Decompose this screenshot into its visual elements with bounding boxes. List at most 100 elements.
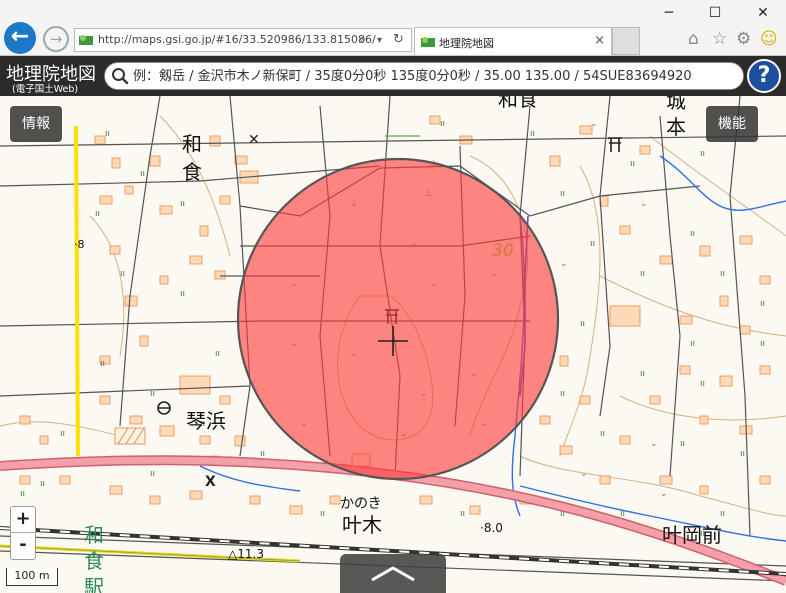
svg-text:⌄: ⌄ [650,439,658,449]
map-label-station-3: 駅 [84,575,104,593]
svg-text:ıı: ıı [640,269,645,279]
svg-text:ıı: ıı [700,149,705,159]
svg-text:ıı: ıı [630,159,635,169]
svg-text:ıı: ıı [180,199,185,209]
svg-text:ıı: ıı [180,289,185,299]
close-window-button[interactable]: ✕ [752,4,774,22]
svg-text:ıı: ıı [700,379,705,389]
map-label-jo: 城 [666,96,686,113]
svg-text:ıı: ıı [150,389,155,399]
svg-text:ıı: ıı [120,269,125,279]
map-label-kanooka: 叶岡前 [662,523,722,547]
map-label-wajiki-left-2: 食 [182,160,202,184]
maximize-button[interactable]: ☐ [704,4,726,22]
back-button[interactable]: ← [4,22,36,54]
svg-text:ıı: ıı [560,389,565,399]
smiley-feedback-icon[interactable]: ☺ [760,29,778,49]
address-bar[interactable]: http://maps.gsi.go.jp/#16/33.520986/133.… [74,28,412,52]
map-label-contour-30: 30 [492,241,514,261]
svg-text:⌄: ⌄ [590,119,598,129]
map-label-station-2: 食 [84,549,104,573]
map-label-kanoki-kana: かのき [340,496,382,512]
svg-text:ıı: ıı [740,449,745,459]
chevron-up-icon [371,566,415,582]
svg-text:ıı: ıı [140,169,145,179]
tab-active[interactable]: 地理院地図 × [414,27,612,55]
zoom-in-button[interactable]: + [11,507,35,533]
map-label-elevation-8-0: ·8.0 [480,521,503,535]
map-label-kanoki: 叶木 [342,513,382,537]
svg-text:⌄: ⌄ [580,469,588,479]
svg-text:⌄: ⌄ [640,199,648,209]
map-label-wajiki-left-1: 和 [182,132,202,156]
site-favicon-icon [79,35,93,45]
svg-text:⌄: ⌄ [660,489,668,499]
map-label-station-1: 和 [84,523,104,547]
browser-chrome: ─ ☐ ✕ ← → http://maps.gsi.go.jp/#16/33.5… [0,0,786,56]
map-label-elevation-11: △11.3 [228,547,264,561]
zoom-control: + - [10,506,36,560]
refresh-icon[interactable]: ↻ [393,32,404,47]
svg-text:ıı: ıı [760,299,765,309]
svg-text:ıı: ıı [150,469,155,479]
svg-text:ıı: ıı [260,449,265,459]
map-label-kotohama: 琴浜 [186,409,226,433]
search-box[interactable] [104,62,744,90]
scale-bar: 100 m [6,568,58,586]
svg-text:ıı: ıı [690,339,695,349]
bottom-panel-toggle[interactable] [340,554,446,593]
zoom-out-button[interactable]: - [11,533,35,559]
svg-text:ıı: ıı [600,429,605,439]
svg-text:ıı: ıı [460,509,465,519]
search-input[interactable] [133,66,739,86]
tab-favicon-icon [421,37,435,47]
svg-text:ıı: ıı [690,229,695,239]
settings-gear-icon[interactable]: ⚙ [736,29,751,49]
svg-text:ıı: ıı [95,209,100,219]
svg-text:ıı: ıı [100,359,105,369]
tab-title: 地理院地図 [439,37,494,50]
svg-text:ıı: ıı [20,489,25,499]
svg-text:ıı: ıı [105,129,110,139]
svg-text:ıı: ıı [760,339,765,349]
map-view[interactable]: ıı ıı ıı ıı ıı ıı ıı ıı ıı ıı ıı ıı ıı ıı ıı ıı ıı ı… [0,96,786,593]
yellow-road [74,125,80,457]
svg-text:ıı: ıı [60,429,65,439]
forward-arrow-icon: → [49,30,63,48]
svg-text:ıı: ıı [590,239,595,249]
search-icon[interactable] [111,67,129,85]
highlight-circle[interactable] [236,157,560,481]
map-label-elevation-8: ·8 [74,238,85,251]
svg-text:ıı: ıı [215,349,220,359]
svg-text:ıı: ıı [720,509,725,519]
svg-text:ıı: ıı [680,439,685,449]
svg-text:ıı: ıı [560,189,565,199]
favorites-star-icon[interactable]: ☆ [712,29,727,49]
map-label-moto: 本 [666,115,686,139]
help-button[interactable]: ? [747,59,781,93]
svg-text:⌄: ⌄ [560,259,568,269]
svg-text:ıı: ıı [640,369,645,379]
svg-text:ıı: ıı [580,319,585,329]
police-box-icon: ✕ [248,132,260,148]
tab-close-icon[interactable]: × [594,33,605,48]
svg-text:ıı: ıı [40,479,45,489]
dropdown-icon[interactable]: ▾ [377,35,382,46]
address-url: http://maps.gsi.go.jp/#16/33.520986/133.… [98,33,376,46]
svg-text:ıı: ıı [720,269,725,279]
minimize-button[interactable]: ─ [658,4,680,22]
search-icon[interactable]: ⌕ [359,32,366,47]
forward-button[interactable]: → [43,26,69,52]
svg-text:ıı: ıı [320,509,325,519]
function-button[interactable]: 機能 [706,106,758,142]
map-canvas[interactable]: ıı ıı ıı ıı ıı ıı ıı ıı ıı ıı ıı ıı ıı ıı ıı ıı ıı ı… [0,96,786,593]
info-button[interactable]: 情報 [10,106,62,142]
app-header: 地理院地図 (電子国土Web) ? [0,56,786,96]
svg-text:ıı: ıı [530,129,535,139]
home-icon[interactable]: ⌂ [688,29,699,49]
app-logo-subtitle: (電子国土Web) [12,84,79,95]
police-station-icon: X [205,474,216,490]
svg-text:ıı: ıı [440,119,445,129]
new-tab-button[interactable] [612,27,640,55]
back-arrow-icon: ← [10,24,30,49]
